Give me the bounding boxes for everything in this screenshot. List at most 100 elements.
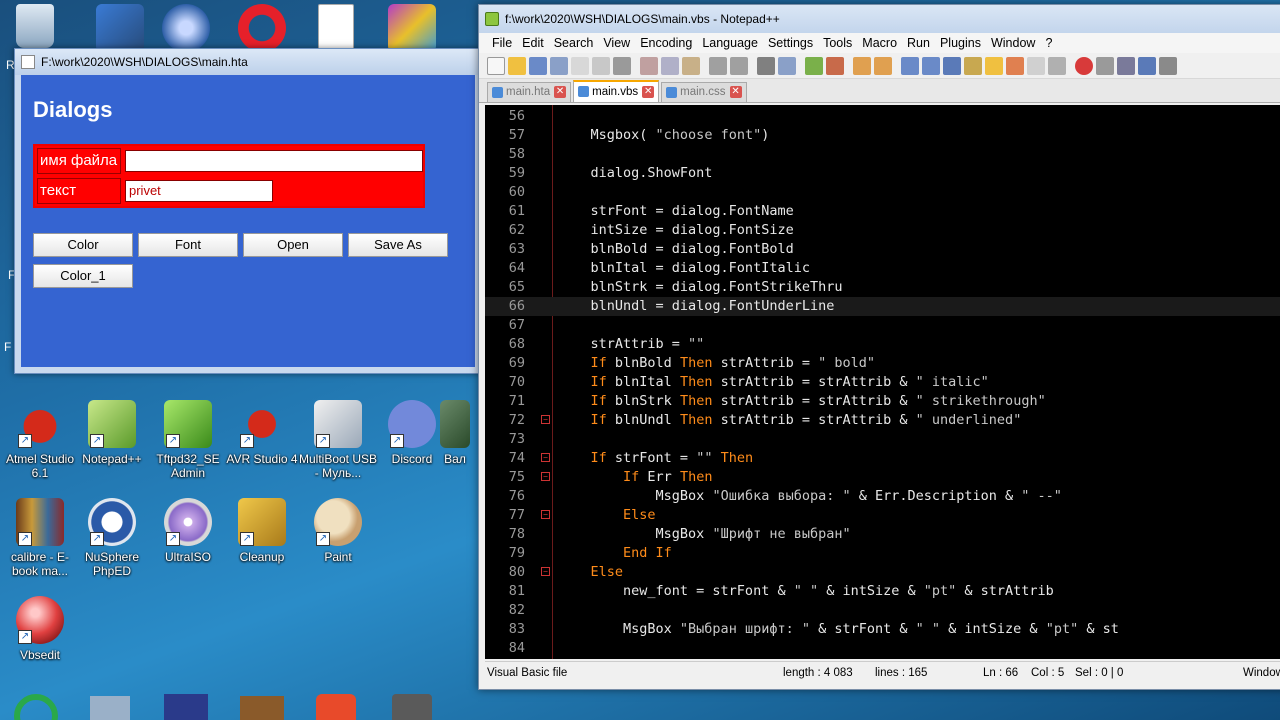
code-line[interactable]: 69 If blnBold Then strAttrib = " bold" (485, 354, 1280, 373)
desktop-icon-tftpd[interactable]: ↗ Tftpd32_SE Admin (148, 400, 228, 480)
fold-marker-icon[interactable]: − (541, 453, 550, 462)
code-line[interactable]: 64 blnItal = dialog.FontItalic (485, 259, 1280, 278)
code-line[interactable]: 56 (485, 107, 1280, 126)
replace-icon[interactable] (778, 56, 796, 75)
menu-macro[interactable]: Macro (857, 33, 902, 53)
close-tab-icon[interactable]: ✕ (554, 85, 567, 98)
code-line[interactable]: 57 Msgbox( "choose font") (485, 126, 1280, 145)
open-file-icon[interactable] (508, 56, 526, 75)
copy-icon[interactable] (661, 56, 679, 75)
desktop-icon-atmel[interactable]: ↗ Atmel Studio 6.1 (0, 400, 80, 480)
code-line[interactable]: 81 new_font = strFont & " " & intSize & … (485, 582, 1280, 601)
code-line[interactable]: 75 − If Err Then (485, 468, 1280, 487)
menu-window[interactable]: Window (986, 33, 1040, 53)
recycle-bin-icon[interactable] (0, 4, 70, 52)
code-line[interactable]: 78 MsgBox "Шрифт не выбран" (485, 525, 1280, 544)
tab-main-vbs[interactable]: main.vbs ✕ (573, 80, 660, 102)
save-icon[interactable] (529, 56, 547, 75)
menu-view[interactable]: View (598, 33, 635, 53)
menu-encoding[interactable]: Encoding (635, 33, 697, 53)
doc-map-icon[interactable] (985, 56, 1003, 75)
color-button[interactable]: Color (33, 233, 133, 257)
app-icon[interactable] (240, 696, 284, 720)
code-line[interactable]: 62 intSize = dialog.FontSize (485, 221, 1280, 240)
code-line[interactable]: 71 If blnStrk Then strAttrib = strAttrib… (485, 392, 1280, 411)
menu-file[interactable]: File (487, 33, 517, 53)
fold-marker-icon[interactable]: − (541, 567, 550, 576)
code-line[interactable]: 74 − If strFont = "" Then (485, 449, 1280, 468)
record-macro-icon[interactable] (1075, 56, 1093, 75)
code-line[interactable]: 68 strAttrib = "" (485, 335, 1280, 354)
open-button[interactable]: Open (243, 233, 343, 257)
sublime-icon[interactable] (392, 694, 432, 720)
sync-h-icon[interactable] (874, 56, 892, 75)
desktop-icon-phped[interactable]: ↗ NuSphere PhpED (72, 498, 152, 578)
code-line[interactable]: 72 − If blnUndl Then strAttrib = strAttri… (485, 411, 1280, 430)
desktop-icon-ultraiso[interactable]: ↗ UltraISO (148, 498, 228, 564)
menu-help[interactable]: ? (1040, 33, 1057, 53)
code-line[interactable]: 84 (485, 639, 1280, 658)
code-line[interactable]: 73 (485, 430, 1280, 449)
tab-main-css[interactable]: main.css ✕ (661, 82, 747, 102)
code-line[interactable]: 58 (485, 145, 1280, 164)
code-line[interactable]: 80 − Else (485, 563, 1280, 582)
fold-marker-icon[interactable]: − (541, 472, 550, 481)
paste-icon[interactable] (682, 56, 700, 75)
fold-marker-icon[interactable]: − (541, 415, 550, 424)
desktop-icon-calibre[interactable]: ↗ calibre - E-book ma... (0, 498, 80, 578)
code-line[interactable]: 61 strFont = dialog.FontName (485, 202, 1280, 221)
close-all-icon[interactable] (592, 56, 610, 75)
function-list-icon[interactable] (1006, 56, 1024, 75)
desktop-icon-paint[interactable]: ↗ Paint (298, 498, 378, 564)
code-line[interactable]: 66 blnUndl = dialog.FontUnderLine (485, 297, 1280, 316)
close-tab-icon[interactable]: ✕ (729, 85, 742, 98)
desktop-icon-avr[interactable]: ↗ AVR Studio 4 (222, 400, 302, 466)
save-as-button[interactable]: Save As (348, 233, 448, 257)
zoom-out-icon[interactable] (826, 56, 844, 75)
text-input[interactable]: privet (125, 180, 273, 202)
code-line[interactable]: 83 MsgBox "Выбран шрифт: " & strFont & "… (485, 620, 1280, 639)
color-1-button[interactable]: Color_1 (33, 264, 133, 288)
indent-guide-icon[interactable] (943, 56, 961, 75)
code-line[interactable]: 59 dialog.ShowFont (485, 164, 1280, 183)
zoom-in-icon[interactable] (805, 56, 823, 75)
show-all-icon[interactable] (922, 56, 940, 75)
code-line[interactable]: 77 − Else (485, 506, 1280, 525)
virtualbox-icon[interactable] (90, 696, 130, 720)
code-line[interactable]: 63 blnBold = dialog.FontBold (485, 240, 1280, 259)
save-macro-icon[interactable] (1159, 56, 1177, 75)
menu-search[interactable]: Search (549, 33, 599, 53)
stop-macro-icon[interactable] (1096, 56, 1114, 75)
hta-titlebar[interactable]: F:\work\2020\WSH\DIALOGS\main.hta (15, 49, 481, 75)
monitor-icon[interactable] (1048, 56, 1066, 75)
app-icon[interactable] (164, 694, 208, 720)
code-line[interactable]: 65 blnStrk = dialog.FontStrikeThru (485, 278, 1280, 297)
npp-titlebar[interactable]: f:\work\2020\WSH\DIALOGS\main.vbs - Note… (479, 5, 1280, 33)
font-button[interactable]: Font (138, 233, 238, 257)
find-icon[interactable] (757, 56, 775, 75)
close-tab-icon[interactable]: ✕ (642, 85, 655, 98)
udl-icon[interactable] (964, 56, 982, 75)
code-line[interactable]: 82 (485, 601, 1280, 620)
code-editor[interactable]: 56 57 Msgbox( "choose font") 58 59 dialog.S… (485, 105, 1280, 659)
code-line[interactable]: 79 End If (485, 544, 1280, 563)
fold-marker-icon[interactable]: − (541, 510, 550, 519)
run-macro-multiple-icon[interactable] (1138, 56, 1156, 75)
sync-v-icon[interactable] (853, 56, 871, 75)
code-line[interactable]: 70 If blnItal Then strAttrib = strAttrib… (485, 373, 1280, 392)
tab-main-hta[interactable]: main.hta ✕ (487, 82, 572, 102)
menu-edit[interactable]: Edit (517, 33, 549, 53)
menu-language[interactable]: Language (697, 33, 763, 53)
new-file-icon[interactable] (487, 56, 505, 75)
menu-tools[interactable]: Tools (818, 33, 857, 53)
menu-plugins[interactable]: Plugins (935, 33, 986, 53)
desktop-icon-cleanup[interactable]: ↗ Cleanup (222, 498, 302, 564)
cut-icon[interactable] (640, 56, 658, 75)
undo-icon[interactable] (709, 56, 727, 75)
code-line[interactable]: 60 (485, 183, 1280, 202)
folder-workspace-icon[interactable] (1027, 56, 1045, 75)
filename-input[interactable] (125, 150, 423, 172)
wrap-icon[interactable] (901, 56, 919, 75)
print-icon[interactable] (613, 56, 631, 75)
app-icon[interactable] (316, 694, 356, 720)
